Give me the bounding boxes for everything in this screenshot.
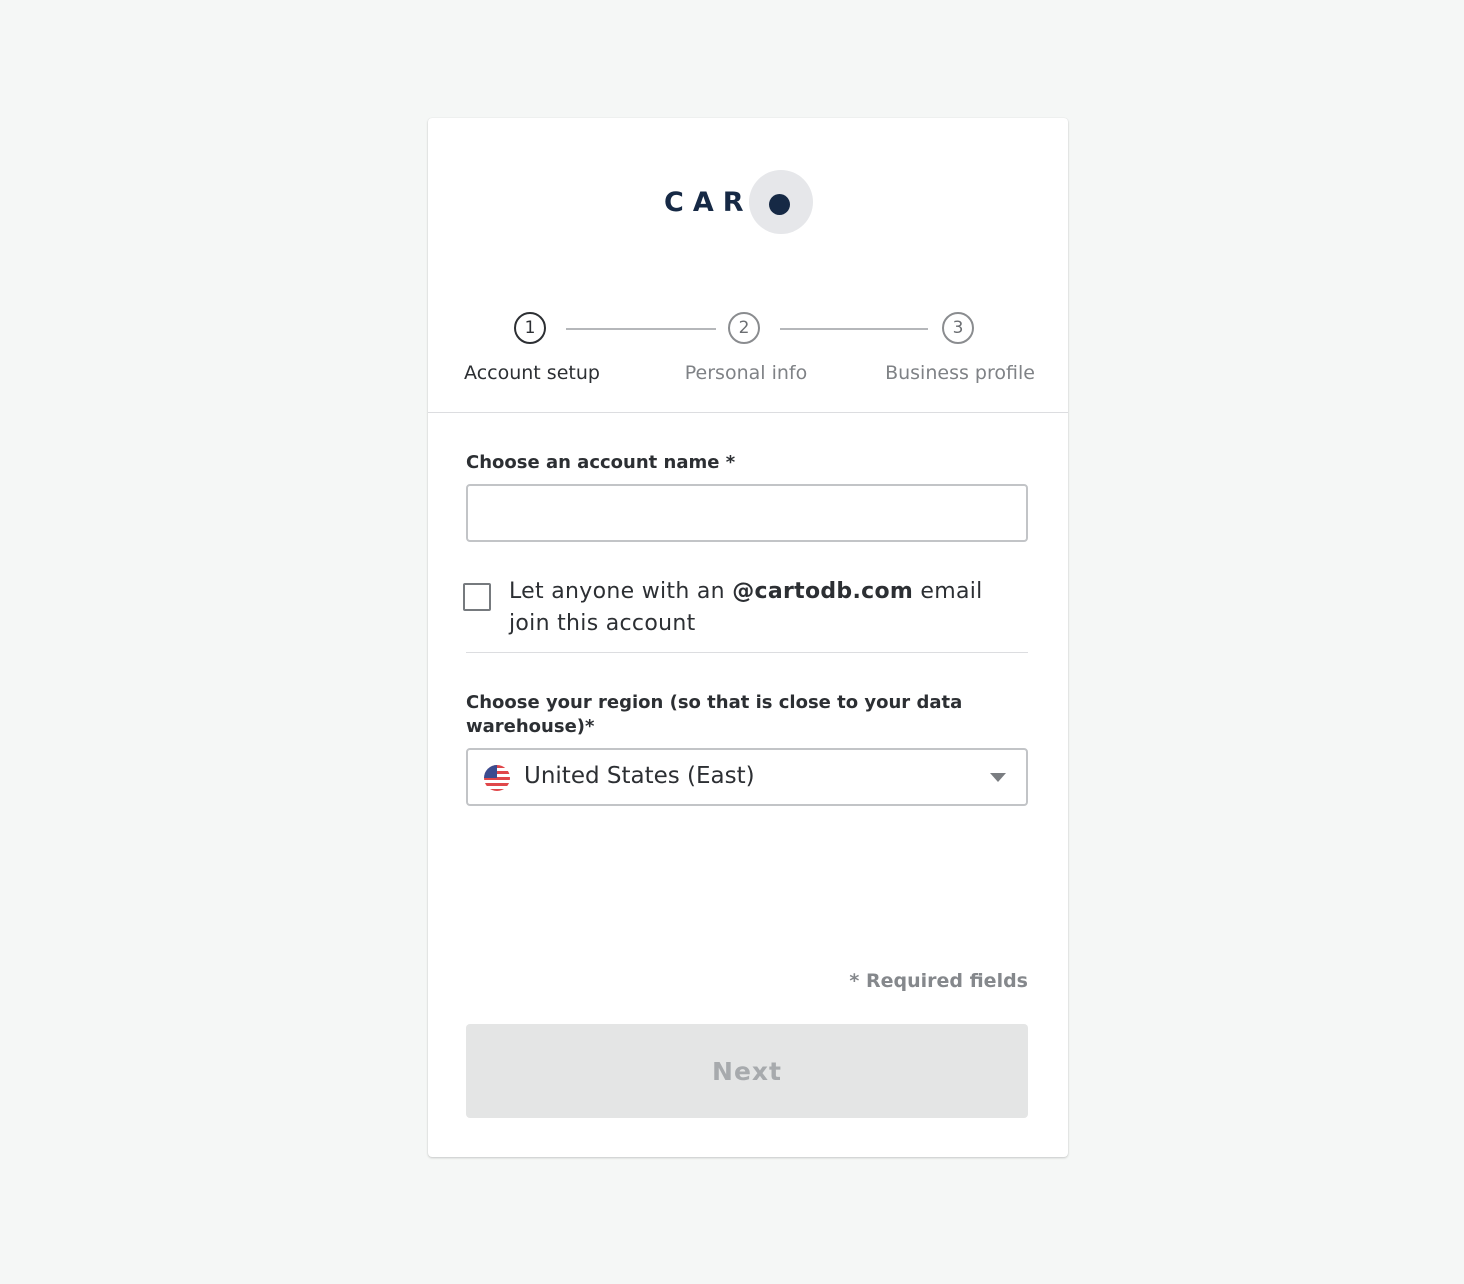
- region-selected-value: United States (East): [524, 763, 755, 789]
- region-select[interactable]: United States (East): [466, 748, 1028, 806]
- domain-join-domain: @cartodb.com: [732, 579, 914, 604]
- step-3-label: Business profile: [885, 362, 1035, 384]
- step-connector-2: [780, 328, 928, 330]
- region-label: Choose your region (so that is close to …: [466, 692, 963, 737]
- step-2-number: 2: [738, 318, 750, 338]
- step-3-circle: 3: [942, 312, 974, 344]
- step-1-label: Account setup: [464, 362, 600, 384]
- carto-logo: CART: [664, 170, 813, 234]
- signup-card: CART 1 2 3 Account setup Personal info B…: [428, 118, 1068, 1157]
- step-connector-1: [566, 328, 716, 330]
- step-2-label: Personal info: [684, 362, 808, 384]
- header-divider: [428, 412, 1068, 413]
- step-1-circle: 1: [514, 312, 546, 344]
- logo-dot: [768, 194, 790, 215]
- step-3-number: 3: [952, 318, 964, 338]
- required-fields-note: * Required fields: [849, 970, 1028, 992]
- section-divider: [466, 652, 1028, 653]
- domain-join-prefix: Let anyone with an: [509, 579, 733, 604]
- next-button[interactable]: Next: [466, 1024, 1028, 1118]
- account-name-label: Choose an account name *: [466, 452, 736, 473]
- domain-join-text[interactable]: Let anyone with an @cartodb.com email jo…: [509, 576, 1029, 640]
- us-flag-icon: [484, 765, 510, 791]
- chevron-down-icon[interactable]: [990, 773, 1006, 782]
- logo-circle-icon: [748, 170, 813, 234]
- account-name-input[interactable]: [466, 484, 1028, 542]
- domain-join-checkbox[interactable]: [463, 583, 491, 611]
- step-2-circle: 2: [728, 312, 760, 344]
- step-1-number: 1: [524, 318, 536, 338]
